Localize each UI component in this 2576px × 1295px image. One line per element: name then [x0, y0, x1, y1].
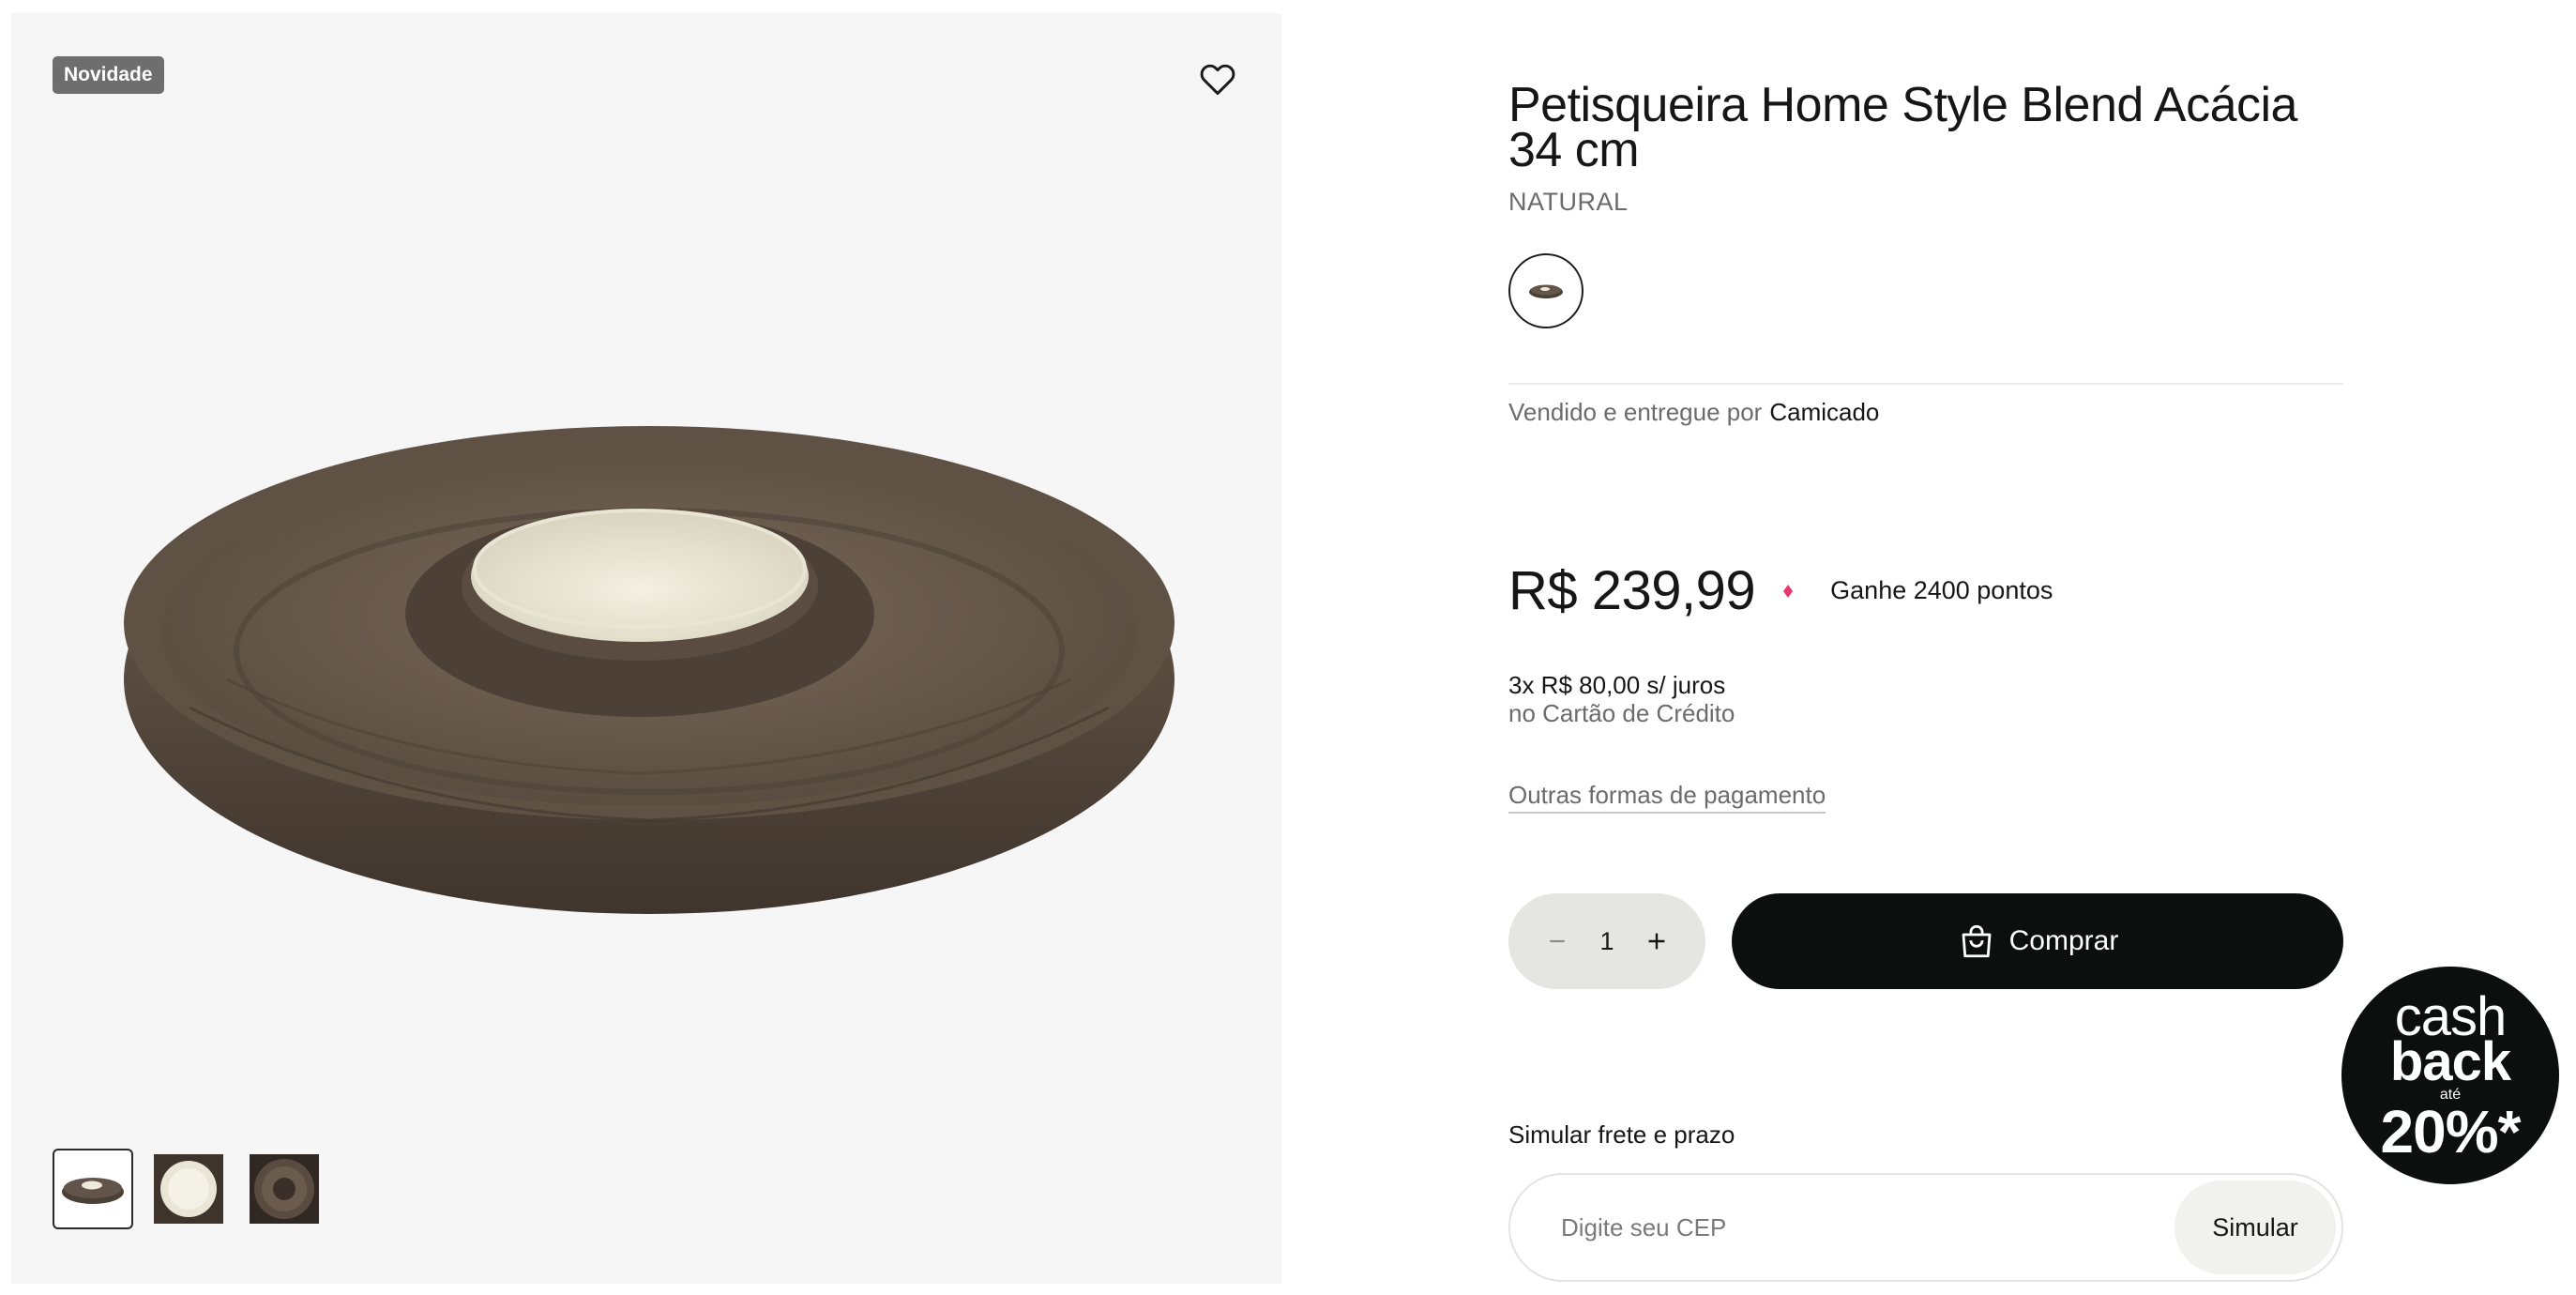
cashback-percent: 20%* [2380, 1098, 2522, 1166]
seller-prefix: Vendido e entregue por [1508, 398, 1763, 426]
cashback-badge[interactable]: cash back até 20%* [2341, 967, 2559, 1184]
seller-info: Vendido e entregue por Camicado [1508, 398, 1879, 427]
installments-sub: no Cartão de Crédito [1508, 699, 1735, 727]
installments-main: 3x R$ 80,00 s/ juros [1508, 671, 1726, 699]
thumbnail-1[interactable] [53, 1149, 133, 1229]
variant-name: NATURAL [1508, 188, 1629, 216]
cep-form: Simular [1508, 1173, 2343, 1282]
simulate-button[interactable]: Simular [2174, 1181, 2336, 1274]
buy-button[interactable]: Comprar [1732, 893, 2343, 989]
product-main-image[interactable] [114, 370, 1184, 970]
installments: 3x R$ 80,00 s/ juros no Cartão de Crédit… [1508, 671, 1735, 727]
cashback-line2: back [2389, 1031, 2511, 1092]
price: R$ 239,99 [1508, 560, 1756, 621]
favorite-heart-icon[interactable] [1197, 58, 1238, 99]
cep-input[interactable] [1561, 1212, 2174, 1242]
points-label: Ganhe 2400 pontos [1830, 576, 2053, 604]
minus-icon[interactable] [1540, 924, 1574, 958]
thumbnail-strip [53, 1149, 325, 1229]
new-badge: Novidade [53, 56, 164, 94]
other-payments-link[interactable]: Outras formas de pagamento [1508, 781, 1826, 814]
product-title: Petisqueira Home Style Blend Acácia 34 c… [1508, 78, 2297, 177]
quantity-stepper: 1 [1508, 893, 1705, 989]
thumbnail-2[interactable] [148, 1149, 229, 1229]
shopping-bag-icon [1962, 924, 1992, 958]
buy-label: Comprar [2008, 925, 2119, 956]
variant-swatch[interactable] [1508, 253, 1583, 328]
shipping-label: Simular frete e prazo [1508, 1120, 1735, 1149]
plus-icon[interactable] [1640, 924, 1674, 958]
seller-name: Camicado [1769, 398, 1880, 426]
price-row: R$ 239,99 Ganhe 2400 pontos [1508, 559, 2053, 622]
quantity-value: 1 [1599, 926, 1614, 955]
points-diamond-icon [1783, 584, 1794, 598]
thumbnail-3[interactable] [244, 1149, 325, 1229]
divider [1508, 383, 2343, 385]
product-gallery: Novidade [11, 13, 1281, 1284]
